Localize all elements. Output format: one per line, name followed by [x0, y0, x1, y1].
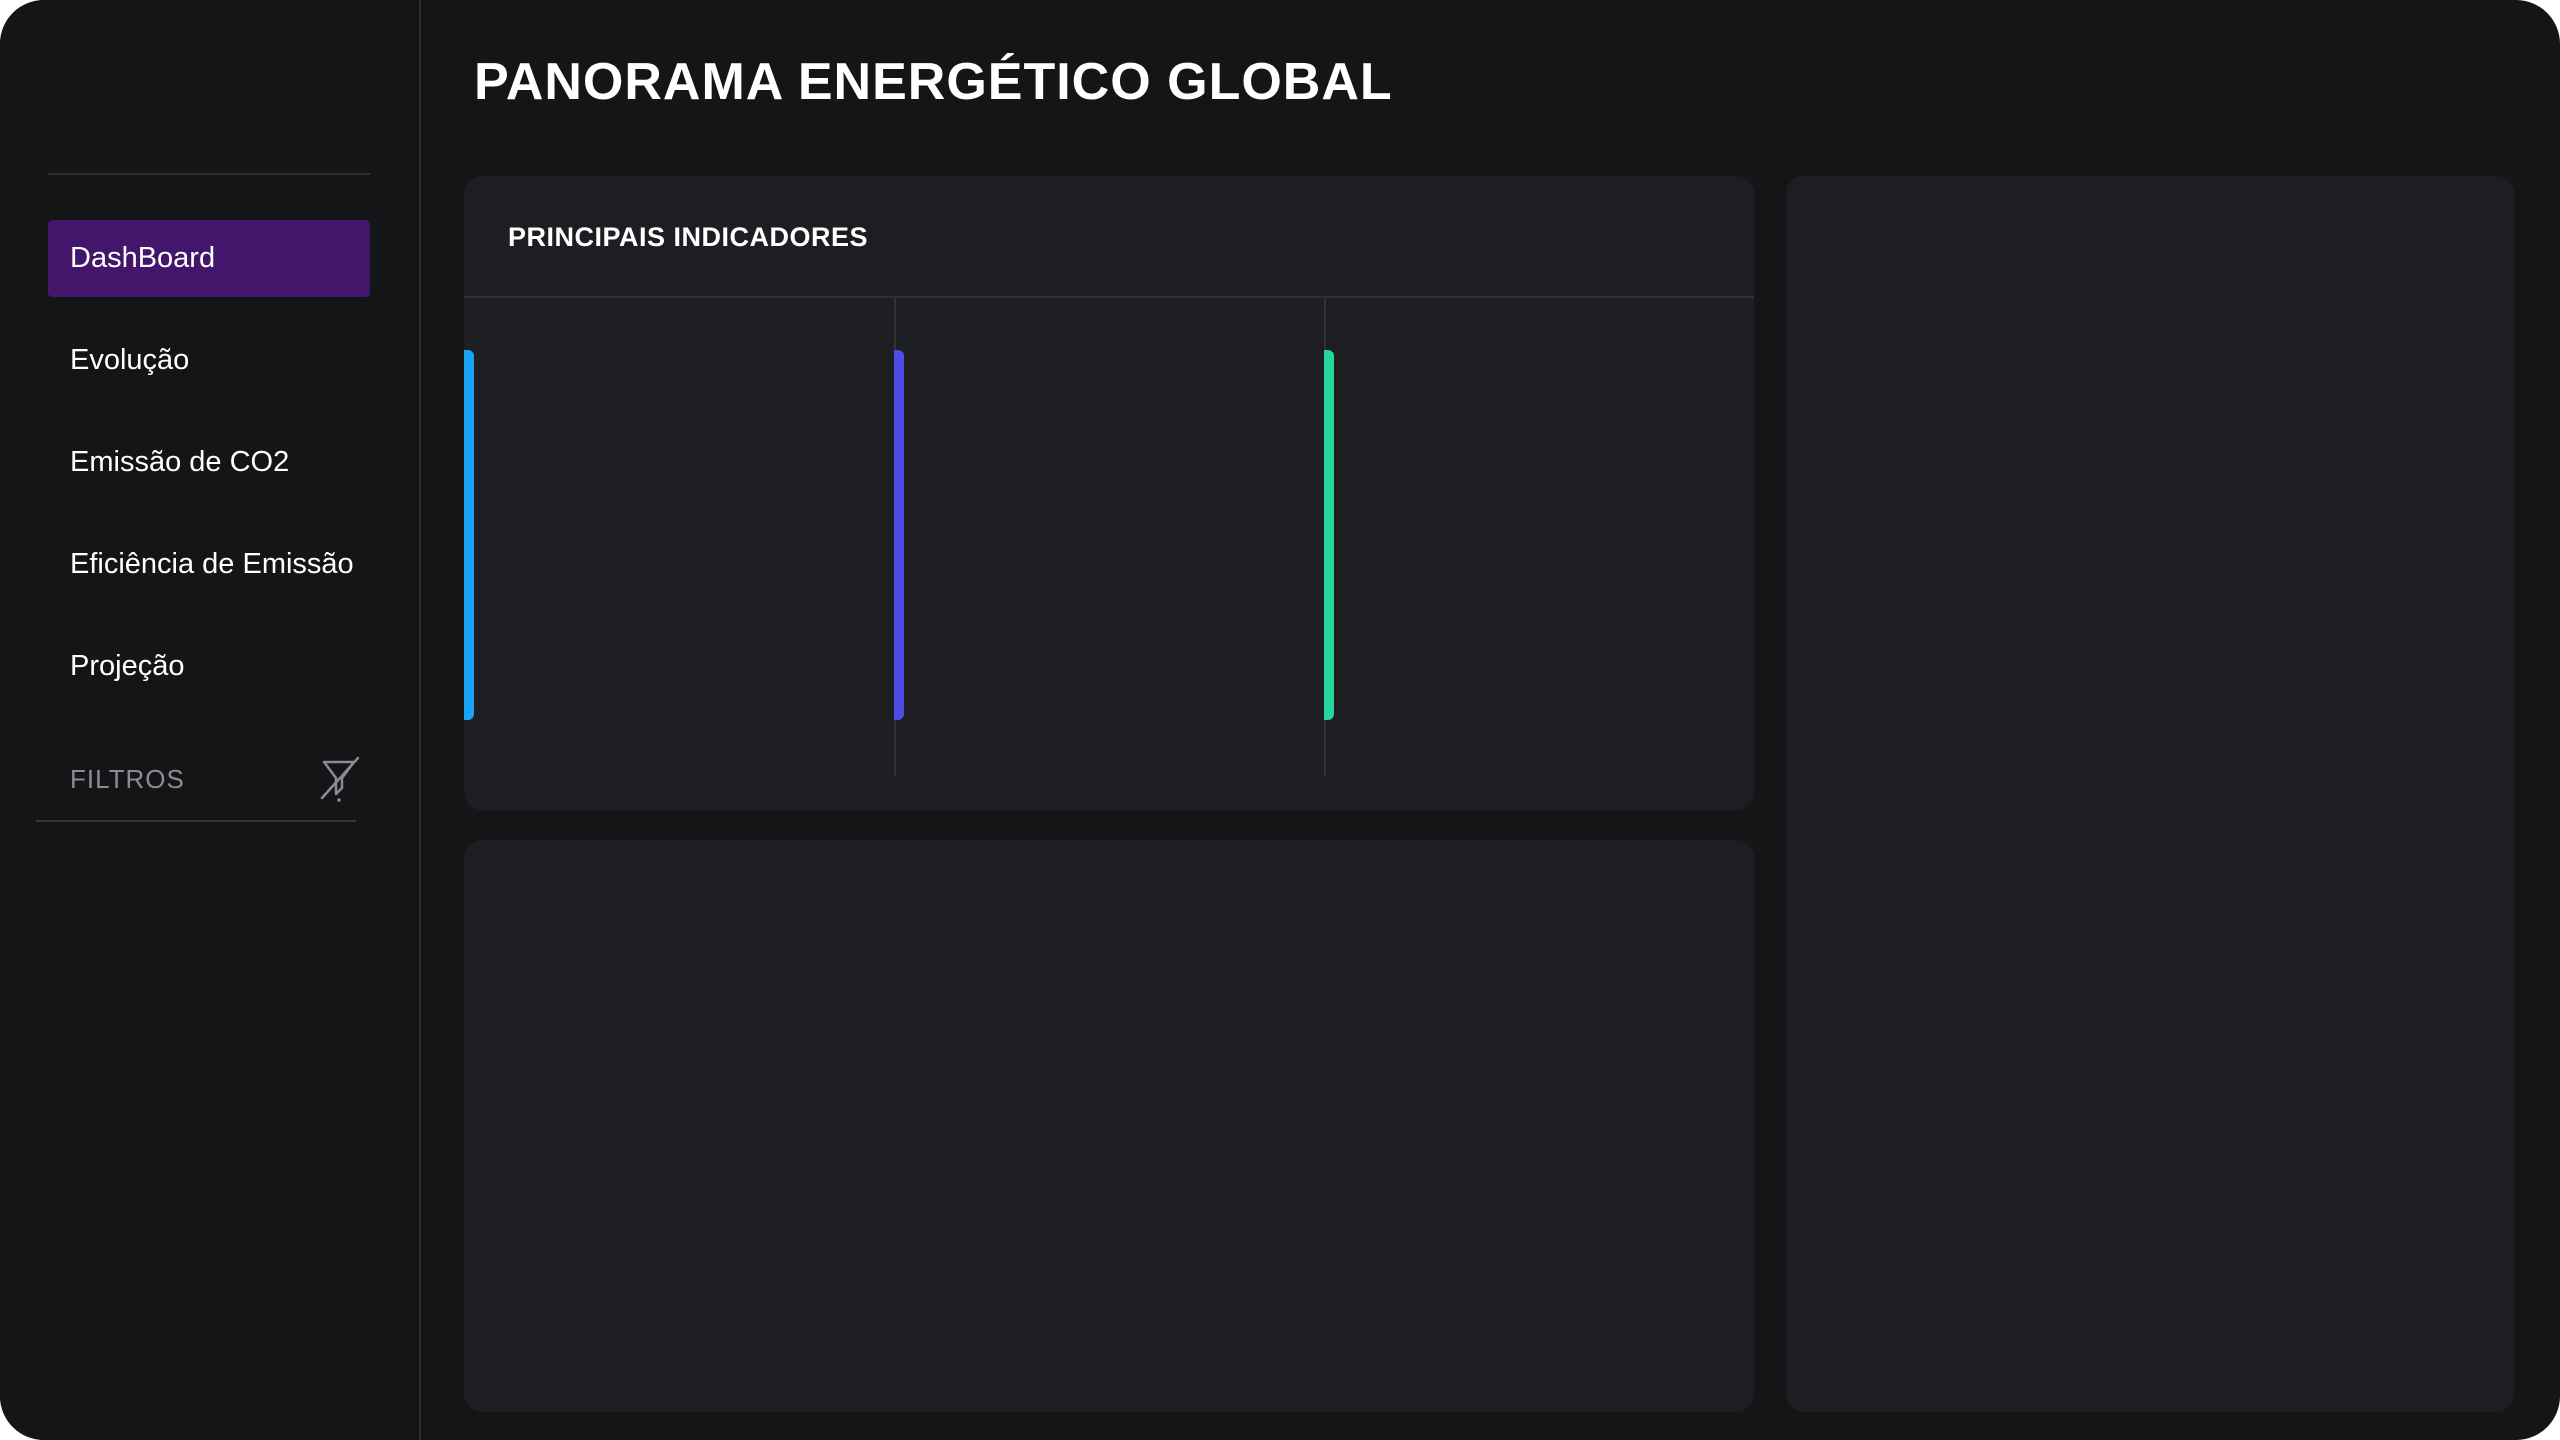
panel-title: PRINCIPAIS INDICADORES: [508, 222, 869, 252]
sidebar-item-label: DashBoard: [70, 242, 216, 274]
sidebar-item-evolucao[interactable]: Evolução: [48, 322, 370, 399]
sidebar-item-emissao-co2[interactable]: Emissão de CO2: [48, 424, 370, 501]
filter-off-icon[interactable]: [318, 754, 362, 804]
kpi-accent-bar: [894, 350, 904, 720]
kpi-card: [896, 298, 1324, 778]
filters-label: FILTROS: [70, 764, 185, 794]
sidebar-item-projecao[interactable]: Projeção: [48, 628, 370, 705]
sidebar: DashBoard Evolução Emissão de CO2 Eficiê…: [0, 0, 421, 1440]
side-panel: [1786, 176, 2514, 1412]
sidebar-item-dashboard[interactable]: DashBoard: [48, 220, 370, 297]
sidebar-item-label: Projeção: [70, 650, 185, 682]
app-window: DashBoard Evolução Emissão de CO2 Eficiê…: [0, 0, 2560, 1440]
sidebar-divider: [48, 173, 370, 175]
page-title: PANORAMA ENERGÉTICO GLOBAL: [474, 53, 1393, 111]
sidebar-item-eficiencia-emissao[interactable]: Eficiência de Emissão: [48, 526, 370, 603]
filters-section: FILTROS: [36, 744, 360, 822]
kpi-accent-bar: [464, 350, 474, 720]
indicators-panel: PRINCIPAIS INDICADORES: [464, 176, 1754, 810]
panel-header: PRINCIPAIS INDICADORES: [464, 176, 1754, 298]
kpi-card: [1326, 298, 1754, 778]
kpi-card: [464, 298, 894, 778]
sidebar-item-label: Evolução: [70, 344, 190, 376]
chart-panel: [464, 840, 1754, 1412]
sidebar-item-label: Eficiência de Emissão: [70, 548, 354, 580]
sidebar-item-label: Emissão de CO2: [70, 446, 290, 478]
kpi-accent-bar: [1324, 350, 1334, 720]
